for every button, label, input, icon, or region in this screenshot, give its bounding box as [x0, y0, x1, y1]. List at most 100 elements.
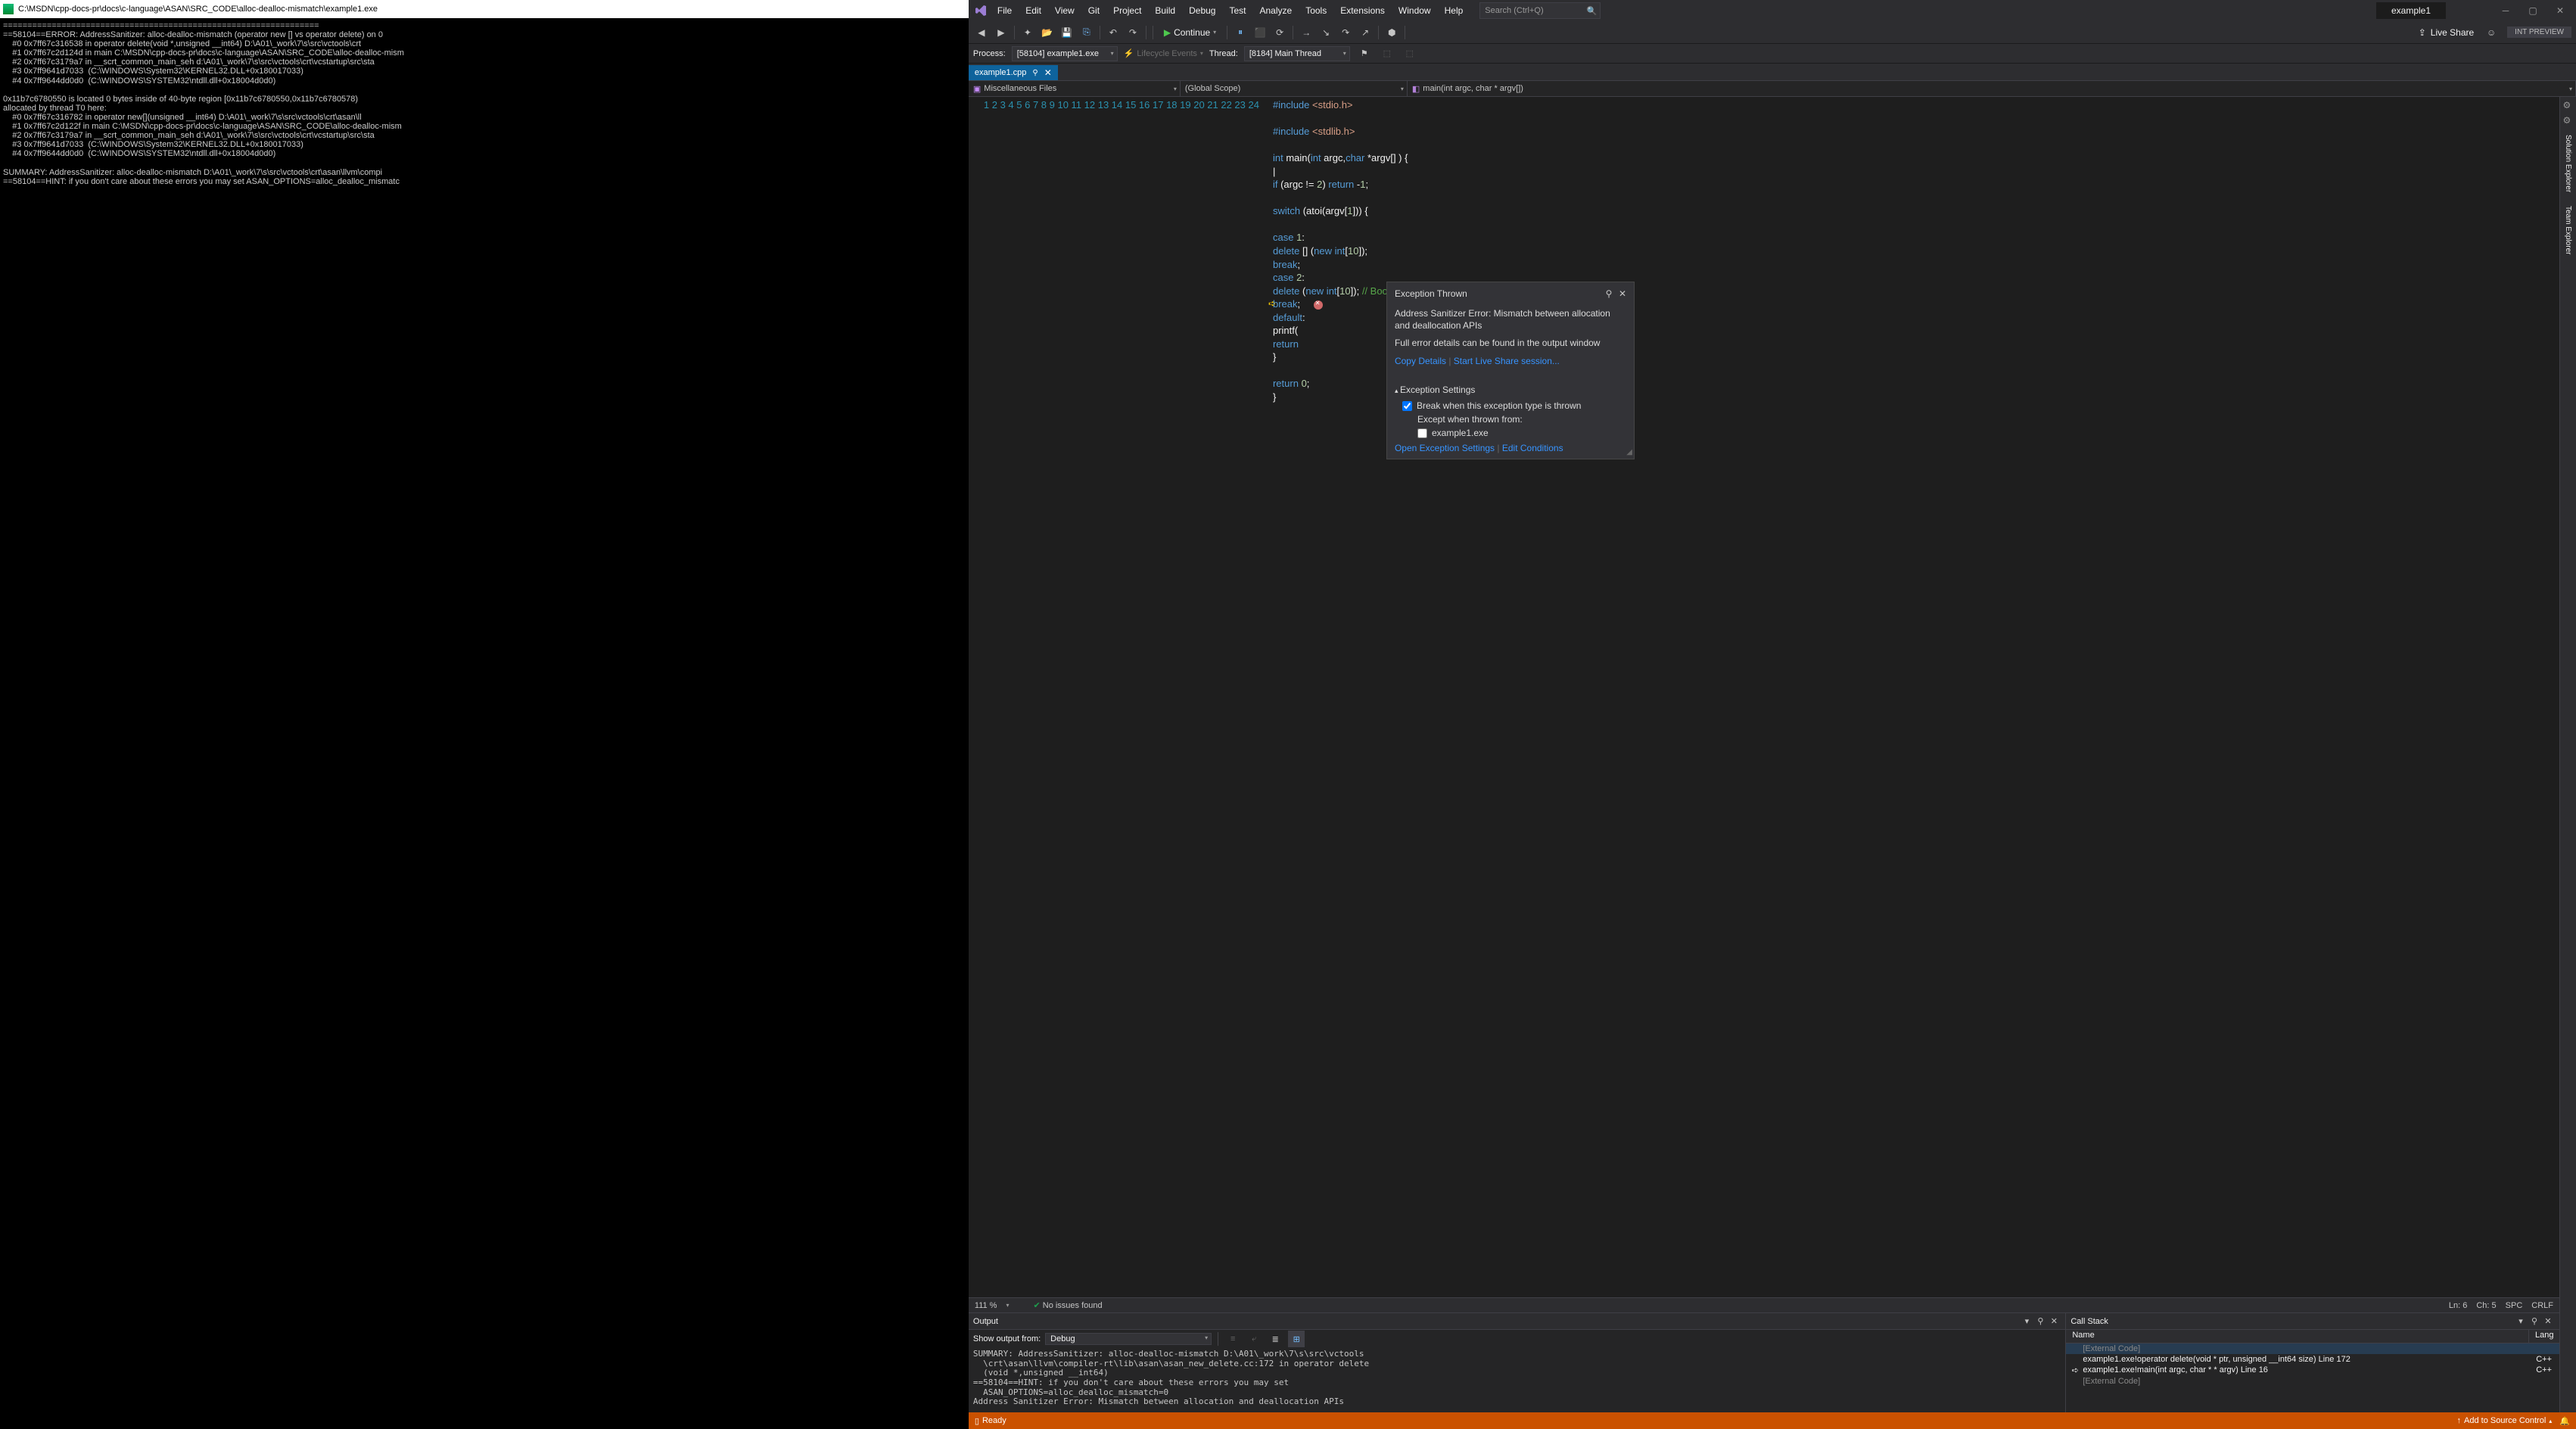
- project-selector[interactable]: ▣ Miscellaneous Files: [969, 81, 1181, 96]
- stop-button[interactable]: ⬛: [1252, 24, 1268, 41]
- breakall-button[interactable]: ⏸: [1232, 24, 1249, 41]
- undo-button[interactable]: ↶: [1105, 24, 1122, 41]
- menu-edit[interactable]: Edit: [1019, 2, 1047, 19]
- char-indicator[interactable]: Ch: 5: [2476, 1301, 2496, 1310]
- thread-toggle2[interactable]: ⬚: [1402, 45, 1418, 62]
- hex-button[interactable]: ⬢: [1383, 24, 1400, 41]
- output-misc-button[interactable]: ⊞: [1288, 1331, 1305, 1347]
- team-explorer-tab[interactable]: Team Explorer: [2562, 201, 2574, 259]
- start-liveshare-link[interactable]: Start Live Share session...: [1454, 356, 1560, 366]
- menu-git[interactable]: Git: [1082, 2, 1106, 19]
- solution-name: example1: [2376, 2, 2446, 19]
- restart-button[interactable]: ⟳: [1271, 24, 1288, 41]
- menu-help[interactable]: Help: [1439, 2, 1470, 19]
- resize-grip-icon[interactable]: ◢: [1626, 447, 1632, 458]
- quick-launch-search[interactable]: Search (Ctrl+Q) 🔍: [1479, 2, 1601, 19]
- nav-back-button[interactable]: ◀: [973, 24, 990, 41]
- code-editor[interactable]: 1 2 3 4 5 6 7 8 9 10 11 12 13 14 15 16 1…: [969, 97, 2559, 1297]
- step-into-button[interactable]: ↘: [1318, 24, 1334, 41]
- gear-icon[interactable]: ⚙: [2563, 100, 2574, 111]
- solution-explorer-tab[interactable]: Solution Explorer: [2562, 130, 2574, 197]
- output-indent-button[interactable]: ≣: [1267, 1331, 1283, 1347]
- pin-icon[interactable]: ⚲: [1032, 69, 1038, 77]
- menu-build[interactable]: Build: [1149, 2, 1181, 19]
- menu-file[interactable]: File: [991, 2, 1018, 19]
- file-tab-example1[interactable]: example1.cpp ⚲ ✕: [969, 65, 1058, 80]
- search-icon: 🔍: [1587, 6, 1598, 16]
- menu-tools[interactable]: Tools: [1299, 2, 1333, 19]
- exception-settings-header[interactable]: Exception Settings: [1395, 384, 1626, 396]
- error-stop-icon: [1314, 300, 1323, 310]
- output-wrap-button[interactable]: ⤶: [1246, 1331, 1262, 1347]
- thread-selector[interactable]: [8184] Main Thread: [1244, 46, 1350, 61]
- step-over-button[interactable]: ↷: [1337, 24, 1354, 41]
- exception-popup: Exception Thrown ⚲ ✕ Address Sanitizer E…: [1386, 282, 1635, 459]
- debug-process-bar: Process: [58104] example1.exe ⚡ Lifecycl…: [969, 44, 2576, 64]
- lineending-indicator[interactable]: CRLF: [2531, 1301, 2553, 1310]
- liveshare-button[interactable]: ⇪ Live Share: [2413, 26, 2480, 39]
- except-module-checkbox[interactable]: example1.exe: [1417, 427, 1626, 439]
- copy-details-link[interactable]: Copy Details: [1395, 356, 1446, 366]
- console-titlebar[interactable]: C:\MSDN\cpp-docs-pr\docs\c-language\ASAN…: [0, 0, 969, 18]
- navigation-bar: ▣ Miscellaneous Files (Global Scope) ◧ m…: [969, 80, 2576, 97]
- function-selector[interactable]: ◧ main(int argc, char * argv[]): [1408, 81, 2576, 96]
- menu-project[interactable]: Project: [1107, 2, 1147, 19]
- output-clear-button[interactable]: ≡: [1224, 1331, 1241, 1347]
- maximize-button[interactable]: ▢: [2520, 2, 2546, 20]
- thread-toggle1[interactable]: ⬚: [1379, 45, 1395, 62]
- menu-analyze[interactable]: Analyze: [1254, 2, 1299, 19]
- callstack-close-icon[interactable]: ✕: [2541, 1315, 2555, 1328]
- nav-fwd-button[interactable]: ▶: [993, 24, 1010, 41]
- feedback-button[interactable]: ☺: [2483, 24, 2500, 41]
- process-selector[interactable]: [58104] example1.exe: [1012, 46, 1118, 61]
- scope-selector[interactable]: (Global Scope): [1181, 81, 1408, 96]
- console-output[interactable]: ========================================…: [0, 18, 969, 189]
- notifications-button[interactable]: 🔔: [2559, 1416, 2570, 1426]
- step-out-button[interactable]: ↗: [1357, 24, 1374, 41]
- callstack-col-lang[interactable]: Lang: [2529, 1330, 2559, 1343]
- close-tab-icon[interactable]: ✕: [1044, 67, 1052, 78]
- output-text[interactable]: SUMMARY: AddressSanitizer: alloc-dealloc…: [969, 1348, 2065, 1412]
- save-button[interactable]: 💾: [1059, 24, 1075, 41]
- thread-flag-button[interactable]: ⚑: [1356, 45, 1373, 62]
- menu-window[interactable]: Window: [1392, 2, 1437, 19]
- lifecycle-events[interactable]: ⚡ Lifecycle Events ▾: [1124, 48, 1203, 58]
- callstack-row[interactable]: [External Code]: [2066, 1343, 2559, 1354]
- menu-debug[interactable]: Debug: [1183, 2, 1221, 19]
- redo-button[interactable]: ↷: [1125, 24, 1141, 41]
- minimize-button[interactable]: ─: [2493, 2, 2518, 20]
- issues-status[interactable]: No issues found: [1043, 1301, 1103, 1310]
- add-source-control-button[interactable]: ↑ Add to Source Control ▴: [2457, 1416, 2553, 1425]
- output-dropdown-icon[interactable]: ▾: [2020, 1315, 2033, 1328]
- menu-view[interactable]: View: [1049, 2, 1081, 19]
- exception-pin-icon[interactable]: ⚲: [1602, 287, 1616, 300]
- settings-icon[interactable]: ⚙: [2563, 115, 2574, 126]
- open-exception-settings-link[interactable]: Open Exception Settings: [1395, 443, 1495, 453]
- output-close-icon[interactable]: ✕: [2047, 1315, 2061, 1328]
- callstack-body[interactable]: [External Code]example1.exe!operator del…: [2066, 1343, 2559, 1412]
- exception-close-icon[interactable]: ✕: [1616, 287, 1629, 300]
- line-indicator[interactable]: Ln: 6: [2449, 1301, 2467, 1310]
- show-next-button[interactable]: →: [1298, 24, 1314, 41]
- menu-test[interactable]: Test: [1223, 2, 1252, 19]
- callstack-dropdown-icon[interactable]: ▾: [2514, 1315, 2528, 1328]
- menu-extensions[interactable]: Extensions: [1334, 2, 1391, 19]
- callstack-pin-icon[interactable]: ⚲: [2528, 1315, 2541, 1328]
- indent-indicator[interactable]: SPC: [2506, 1301, 2523, 1310]
- callstack-col-name[interactable]: Name: [2066, 1330, 2529, 1343]
- break-on-exception-checkbox[interactable]: Break when this exception type is thrown: [1402, 400, 1626, 412]
- output-pin-icon[interactable]: ⚲: [2033, 1315, 2047, 1328]
- callstack-row[interactable]: example1.exe!operator delete(void * ptr,…: [2066, 1354, 2559, 1365]
- output-panel-title: Output: [973, 1317, 2020, 1326]
- save-all-button[interactable]: ⎘: [1078, 24, 1095, 41]
- edit-conditions-link[interactable]: Edit Conditions: [1502, 443, 1563, 453]
- vs-logo-icon[interactable]: [972, 2, 990, 20]
- new-project-button[interactable]: ✦: [1019, 24, 1036, 41]
- zoom-level[interactable]: 111 %: [975, 1301, 997, 1310]
- close-button[interactable]: ✕: [2547, 2, 2573, 20]
- continue-button[interactable]: ▶ Continue ▾: [1158, 26, 1222, 39]
- callstack-row[interactable]: [External Code]: [2066, 1376, 2559, 1387]
- callstack-row[interactable]: ➪example1.exe!main(int argc, char * * ar…: [2066, 1365, 2559, 1376]
- open-file-button[interactable]: 📂: [1039, 24, 1056, 41]
- output-source-selector[interactable]: Debug: [1045, 1333, 1212, 1345]
